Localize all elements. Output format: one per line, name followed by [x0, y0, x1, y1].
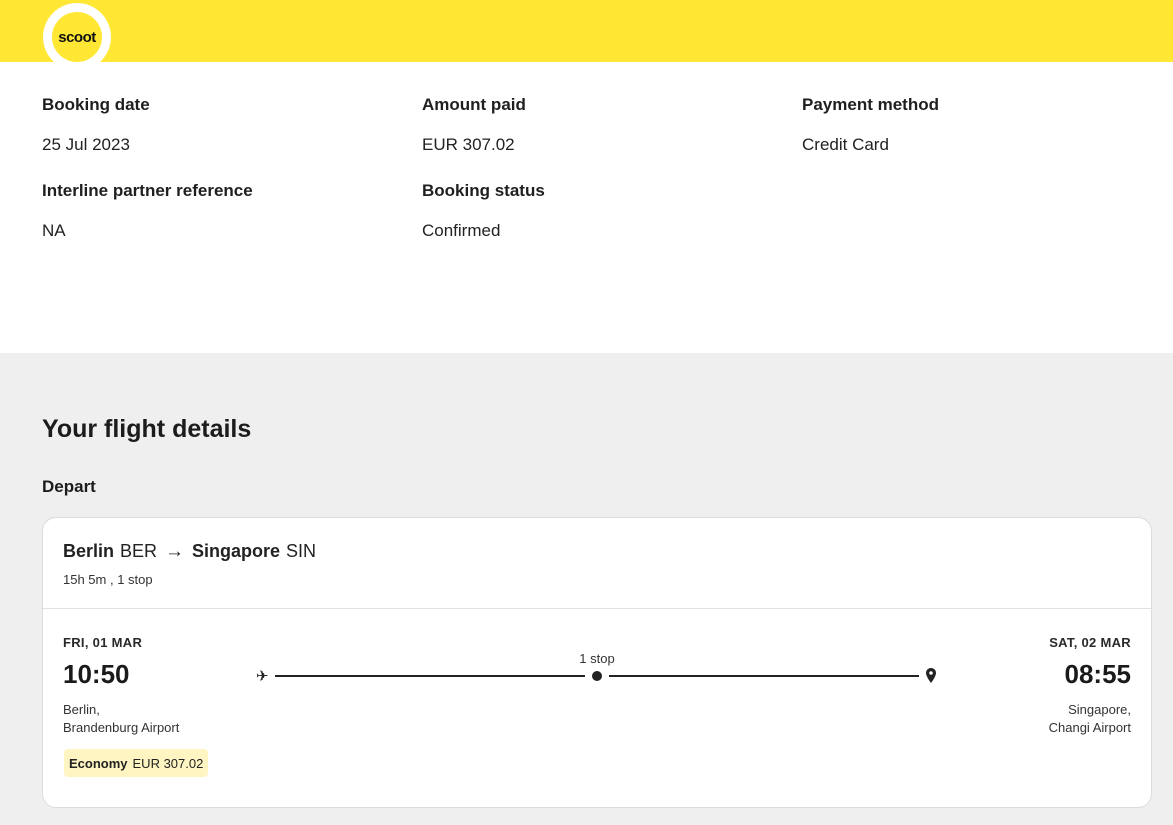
destination-code: SIN: [286, 541, 317, 561]
stop-dot-icon: [592, 671, 602, 681]
depart-label: Depart: [42, 477, 96, 496]
route-line-segment: [275, 675, 585, 677]
departure-airport-line: Brandenburg Airport: [63, 720, 180, 735]
arrival-city-line: Singapore,: [1068, 702, 1131, 717]
arrival-date: SAT, 02 MAR: [1049, 635, 1131, 650]
booking-date-field: Booking date 25 Jul 2023: [42, 95, 150, 155]
amount-paid-label: Amount paid: [422, 95, 526, 114]
booking-status-value: Confirmed: [422, 221, 501, 240]
amount-paid-field: Amount paid EUR 307.02: [422, 95, 526, 155]
flight-card[interactable]: Berlin BER → Singapore SIN 15h 5m , 1 st…: [42, 517, 1152, 808]
interline-reference-value: NA: [42, 221, 66, 240]
stop-count: 1 stop: [579, 651, 615, 666]
booking-status-field: Booking status Confirmed: [422, 181, 545, 241]
fare-price: EUR 307.02: [132, 755, 204, 771]
booking-date-label: Booking date: [42, 95, 150, 114]
payment-method-field: Payment method Credit Card: [802, 95, 939, 155]
amount-paid-value: EUR 307.02: [422, 135, 515, 154]
arrival-time: 08:55: [1064, 659, 1132, 689]
logo-text: scoot: [52, 12, 102, 62]
payment-method-label: Payment method: [802, 95, 939, 114]
interline-reference-field: Interline partner reference NA: [42, 181, 253, 241]
route-line-segment: [609, 675, 919, 677]
section-title: Your flight details: [42, 415, 252, 443]
scoot-logo[interactable]: scoot: [43, 3, 111, 71]
destination-city: Singapore: [192, 541, 281, 561]
interline-reference-label: Interline partner reference: [42, 181, 253, 200]
flight-details-section: Your flight details Depart Berlin BER → …: [0, 353, 1173, 825]
departure-time: 10:50: [63, 659, 130, 689]
location-pin-icon: [926, 668, 936, 683]
arrival-airport-line: Changi Airport: [1048, 720, 1131, 735]
arrival-airport: Singapore, Changi Airport: [1049, 701, 1131, 737]
plane-icon: ✈: [256, 668, 269, 685]
header-bar: scoot: [0, 0, 1173, 71]
duration-stops: 15h 5m , 1 stop: [63, 572, 153, 587]
origin-city: Berlin: [63, 541, 115, 561]
fare-badge: Economy EUR 307.02: [64, 749, 209, 777]
origin-code: BER: [120, 541, 158, 561]
departure-city-line: Berlin,: [63, 702, 100, 717]
flight-leg: FRI, 01 MAR 10:50 Berlin, Brandenburg Ai…: [43, 609, 1151, 807]
payment-method-value: Credit Card: [802, 135, 889, 154]
route-summary: Berlin BER → Singapore SIN: [63, 541, 316, 563]
arrow-right-icon: →: [165, 541, 185, 562]
departure-airport: Berlin, Brandenburg Airport: [63, 701, 179, 737]
departure-date: FRI, 01 MAR: [63, 635, 143, 650]
fare-class: Economy: [69, 755, 128, 771]
booking-summary: Booking date 25 Jul 2023 Amount paid EUR…: [0, 62, 1173, 353]
booking-date-value: 25 Jul 2023: [42, 135, 130, 154]
booking-status-label: Booking status: [422, 181, 545, 200]
flight-card-header: Berlin BER → Singapore SIN 15h 5m , 1 st…: [43, 518, 1151, 609]
